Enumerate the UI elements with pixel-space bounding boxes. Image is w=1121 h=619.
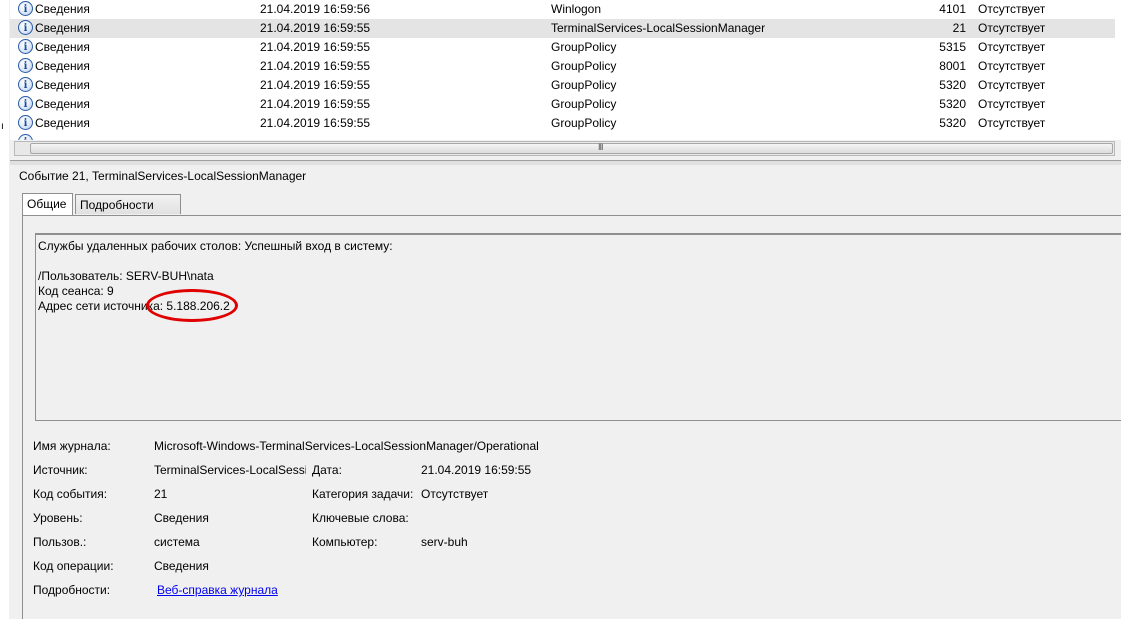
row-task-category: Отсутствует — [978, 97, 1046, 111]
event-log-online-help-link[interactable]: Веб-справка журнала — [157, 583, 278, 597]
row-task-category: Отсутствует — [978, 59, 1046, 73]
message-line: Службы удаленных рабочих столов: Успешны… — [38, 239, 393, 253]
row-date: 21.04.2019 16:59:55 — [260, 97, 371, 111]
message-user: /Пользователь: SERV-BUH\nata — [38, 269, 214, 283]
info-icon: i — [18, 20, 33, 35]
event-list[interactable]: i Сведения 21.04.2019 16:59:56 Winlogon 4101… — [10, 0, 1121, 140]
row-level: Сведения — [35, 2, 90, 16]
log-name-label: Имя журнала: — [33, 439, 111, 453]
event-row[interactable]: i Сведения 21.04.2019 16:59:55 GroupPolicy 5… — [10, 38, 1115, 57]
opcode-value: Сведения — [154, 559, 209, 573]
row-level: Сведения — [35, 21, 90, 35]
info-icon: i — [18, 77, 33, 92]
row-task-category: Отсутствует — [978, 78, 1046, 92]
info-icon: i — [18, 134, 33, 140]
row-task-category: Отсутствует — [978, 2, 1046, 16]
source-value: TerminalServices-LocalSessi — [154, 463, 306, 477]
row-level: Сведения — [35, 116, 90, 130]
info-icon: i — [18, 96, 33, 111]
row-event-id: 5320 — [939, 97, 966, 111]
date-label: Дата: — [312, 463, 342, 477]
row-date: 21.04.2019 16:59:55 — [260, 40, 371, 54]
row-event-id: 5315 — [939, 40, 966, 54]
source-label: Источник: — [33, 463, 88, 477]
row-source: GroupPolicy — [551, 116, 617, 130]
info-icon: i — [18, 39, 33, 54]
event-message-box[interactable]: Службы удаленных рабочих столов: Успешны… — [35, 233, 1121, 421]
info-icon: i — [18, 1, 33, 16]
scrollbar-thumb[interactable]: III — [30, 142, 1113, 154]
row-task-category: Отсутствует — [978, 116, 1046, 130]
row-level: Сведения — [35, 97, 90, 111]
event-row[interactable]: i Сведения 21.04.2019 16:59:55 TerminalServ… — [10, 19, 1115, 38]
event-row[interactable]: i Сведения 21.04.2019 16:59:55 GroupPolicy 5… — [10, 76, 1115, 95]
row-date: 21.04.2019 16:59:55 — [260, 78, 371, 92]
pane-splitter[interactable] — [10, 160, 1121, 165]
log-name-value: Microsoft-Windows-TerminalServices-Local… — [154, 439, 539, 453]
row-level: Сведения — [35, 78, 90, 92]
left-strip-mark: ı — [1, 121, 4, 132]
red-highlight-ellipse — [146, 289, 238, 322]
opcode-label: Код операции: — [33, 559, 114, 573]
row-event-id: 5320 — [939, 78, 966, 92]
row-task-category: Отсутствует — [978, 21, 1046, 35]
row-source: Winlogon — [551, 2, 602, 16]
row-event-id: 4101 — [939, 2, 966, 16]
left-edge-strip: ı — [0, 0, 9, 619]
event-title: Событие 21, TerminalServices-LocalSessio… — [19, 169, 307, 183]
keywords-label: Ключевые слова: — [312, 511, 409, 525]
event-row[interactable]: i Сведения 21.04.2019 16:59:55 GroupPolicy 5… — [10, 114, 1115, 133]
tab-details[interactable]: Подробности — [75, 194, 181, 214]
row-source: GroupPolicy — [551, 97, 617, 111]
date-value: 21.04.2019 16:59:55 — [421, 463, 532, 477]
computer-label: Компьютер: — [312, 535, 378, 549]
event-id-label: Код события: — [33, 487, 108, 501]
row-event-id: 21 — [952, 21, 966, 35]
more-info-label: Подробности: — [33, 583, 111, 597]
level-label: Уровень: — [33, 511, 83, 525]
event-row[interactable]: i Сведения 21.04.2019 16:59:55 GroupPolicy 5… — [10, 95, 1115, 114]
info-icon: i — [18, 58, 33, 73]
event-row[interactable]: i Сведения 21.04.2019 16:59:55 GroupPolicy 8… — [10, 57, 1115, 76]
row-date: 21.04.2019 16:59:56 — [260, 2, 371, 16]
row-event-id: 8001 — [939, 59, 966, 73]
event-id-value: 21 — [154, 487, 168, 501]
event-row-partial[interactable]: i — [10, 133, 1115, 140]
row-source: GroupPolicy — [551, 59, 617, 73]
row-date: 21.04.2019 16:59:55 — [260, 21, 371, 35]
task-category-label: Категория задачи: — [312, 487, 414, 501]
row-level: Сведения — [35, 59, 90, 73]
row-source: TerminalServices-LocalSessionManager — [551, 21, 766, 35]
task-category-value: Отсутствует — [421, 487, 489, 501]
row-date: 21.04.2019 16:59:55 — [260, 116, 371, 130]
row-source: GroupPolicy — [551, 40, 617, 54]
tab-general[interactable]: Общие — [22, 193, 73, 215]
horizontal-scrollbar[interactable]: III — [14, 141, 1115, 156]
scrollbar-grip: III — [598, 142, 603, 152]
row-source: GroupPolicy — [551, 78, 617, 92]
user-value: система — [154, 535, 200, 549]
level-value: Сведения — [154, 511, 209, 525]
event-row[interactable]: i Сведения 21.04.2019 16:59:56 Winlogon 4101… — [10, 0, 1115, 19]
info-icon: i — [18, 115, 33, 130]
row-event-id: 5320 — [939, 116, 966, 130]
row-task-category: Отсутствует — [978, 40, 1046, 54]
row-date: 21.04.2019 16:59:55 — [260, 59, 371, 73]
user-label: Пользов.: — [33, 535, 87, 549]
computer-value: serv-buh — [421, 535, 468, 549]
row-level: Сведения — [35, 40, 90, 54]
